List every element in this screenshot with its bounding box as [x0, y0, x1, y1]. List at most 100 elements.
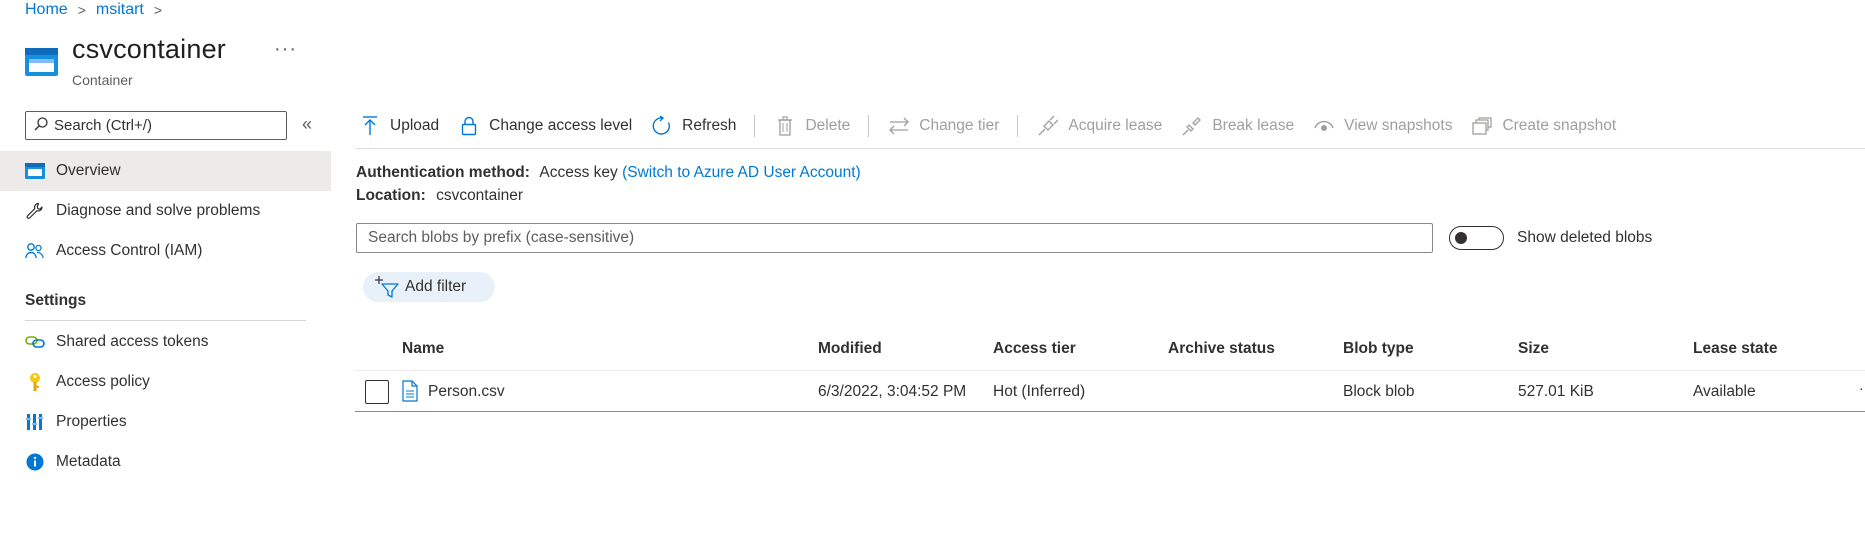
- page-title: csvcontainer: [72, 34, 226, 64]
- sidebar-item-label: Diagnose and solve problems: [56, 202, 261, 219]
- settings-heading: Settings: [25, 292, 87, 309]
- wrench-icon: [24, 201, 46, 221]
- toggle-knob: [1455, 232, 1467, 244]
- sidebar-item-label: Overview: [56, 162, 121, 179]
- row-checkbox[interactable]: [365, 380, 389, 404]
- upload-button[interactable]: Upload: [360, 111, 439, 141]
- plug-icon: [1038, 116, 1059, 136]
- breadcrumb-home[interactable]: Home: [25, 1, 68, 19]
- page-subtitle: Container: [72, 72, 133, 88]
- divider: [355, 370, 1865, 371]
- auth-method-value: Access key: [539, 164, 618, 181]
- toolbar-divider: [754, 115, 756, 137]
- blob-name-link[interactable]: Person.csv: [428, 383, 505, 401]
- broken-link-icon: [1182, 116, 1202, 136]
- view-snapshots-label: View snapshots: [1344, 117, 1453, 134]
- auth-method-label: Authentication method:: [356, 164, 530, 181]
- change-access-level-button[interactable]: Change access level: [459, 111, 632, 141]
- column-header-size[interactable]: Size: [1518, 340, 1549, 358]
- switch-auth-link[interactable]: (Switch to Azure AD User Account): [622, 164, 861, 181]
- change-tier-button[interactable]: Change tier: [889, 111, 999, 141]
- refresh-label: Refresh: [682, 117, 737, 134]
- breadcrumb: Home > msitart >: [25, 0, 172, 20]
- breadcrumb-account[interactable]: msitart: [96, 1, 144, 19]
- snapshot-icon: [1472, 116, 1493, 136]
- refresh-button[interactable]: Refresh: [652, 111, 736, 141]
- sidebar-search-input[interactable]: Search (Ctrl+/): [25, 111, 287, 140]
- upload-label: Upload: [390, 117, 440, 134]
- show-deleted-toggle[interactable]: [1449, 226, 1504, 250]
- people-icon: [24, 241, 46, 261]
- blob-lease-state: Available: [1693, 383, 1756, 400]
- key-icon: [24, 372, 46, 392]
- sidebar-item-label: Access Control (IAM): [56, 242, 203, 259]
- break-lease-label: Break lease: [1212, 117, 1295, 134]
- divider: [25, 320, 306, 321]
- blob-modified: 6/3/2022, 3:04:52 PM: [818, 383, 967, 400]
- location-label: Location:: [356, 187, 426, 204]
- lock-icon: [459, 116, 479, 136]
- divider: [355, 411, 1865, 412]
- chevron-right-icon: >: [153, 2, 163, 18]
- toolbar-divider: [1017, 115, 1019, 137]
- upload-icon: [360, 116, 380, 136]
- overview-icon: [24, 161, 46, 181]
- search-icon: [34, 116, 48, 135]
- break-lease-button[interactable]: Break lease: [1182, 111, 1294, 141]
- change-access-level-label: Change access level: [489, 117, 633, 134]
- sidebar-item-properties[interactable]: Properties: [0, 402, 331, 442]
- show-deleted-label: Show deleted blobs: [1517, 229, 1653, 246]
- delete-button[interactable]: Delete: [775, 111, 850, 141]
- add-filter-label: Add filter: [405, 278, 467, 295]
- location-row: Location: csvcontainer: [356, 187, 523, 205]
- blob-size: 527.01 KiB: [1518, 383, 1594, 400]
- column-header-name[interactable]: Name: [402, 340, 444, 358]
- sidebar-item-label: Metadata: [56, 453, 121, 470]
- create-snapshot-button[interactable]: Create snapshot: [1472, 111, 1616, 141]
- column-header-lease-state[interactable]: Lease state: [1693, 340, 1777, 358]
- info-icon: [24, 452, 46, 472]
- refresh-icon: [652, 116, 672, 136]
- collapse-sidebar-button[interactable]: «: [302, 114, 312, 135]
- row-more-button[interactable]: ···: [1859, 380, 1865, 396]
- divider: [355, 148, 1865, 149]
- command-bar: Upload Change access level Refresh Delet…: [360, 111, 1636, 141]
- blob-access-tier: Hot (Inferred): [993, 383, 1086, 400]
- sidebar-item-label: Shared access tokens: [56, 333, 209, 350]
- location-value: csvcontainer: [436, 187, 524, 204]
- view-snapshots-button[interactable]: View snapshots: [1314, 111, 1452, 141]
- delete-label: Delete: [805, 117, 851, 134]
- sidebar-item-label: Access policy: [56, 373, 150, 390]
- column-header-blob-type[interactable]: Blob type: [1343, 340, 1414, 358]
- add-filter-button[interactable]: Add filter: [363, 272, 495, 302]
- sidebar-item-shared-access-tokens[interactable]: Shared access tokens: [0, 322, 331, 362]
- blob-type: Block blob: [1343, 383, 1415, 400]
- more-options-button[interactable]: ···: [274, 38, 297, 61]
- swap-arrows-icon: [889, 116, 910, 136]
- column-header-archive-status[interactable]: Archive status: [1168, 340, 1275, 358]
- add-filter-icon: [375, 276, 399, 298]
- acquire-lease-button[interactable]: Acquire lease: [1038, 111, 1162, 141]
- column-header-access-tier[interactable]: Access tier: [993, 340, 1076, 358]
- container-icon: [25, 48, 58, 76]
- sidebar-search-placeholder: Search (Ctrl+/): [54, 117, 152, 134]
- sidebar-item-diagnose[interactable]: Diagnose and solve problems: [0, 191, 331, 231]
- blob-search-input[interactable]: Search blobs by prefix (case-sensitive): [356, 223, 1433, 253]
- sidebar-item-overview[interactable]: Overview: [0, 151, 331, 191]
- create-snapshot-label: Create snapshot: [1502, 117, 1617, 134]
- change-tier-label: Change tier: [919, 117, 1000, 134]
- sidebar-item-label: Properties: [56, 413, 127, 430]
- chevron-right-icon: >: [77, 2, 86, 18]
- column-header-modified[interactable]: Modified: [818, 340, 882, 358]
- sidebar-item-access-policy[interactable]: Access policy: [0, 362, 331, 402]
- auth-method-row: Authentication method: Access key (Switc…: [356, 164, 861, 182]
- properties-icon: [24, 412, 46, 432]
- sidebar-item-iam[interactable]: Access Control (IAM): [0, 231, 331, 271]
- link-icon: [24, 332, 46, 352]
- toolbar-divider: [868, 115, 870, 137]
- blob-search-placeholder: Search blobs by prefix (case-sensitive): [368, 229, 635, 246]
- trash-icon: [775, 116, 795, 136]
- sidebar-item-metadata[interactable]: Metadata: [0, 442, 331, 482]
- acquire-lease-label: Acquire lease: [1068, 117, 1163, 134]
- eye-icon: [1314, 116, 1334, 136]
